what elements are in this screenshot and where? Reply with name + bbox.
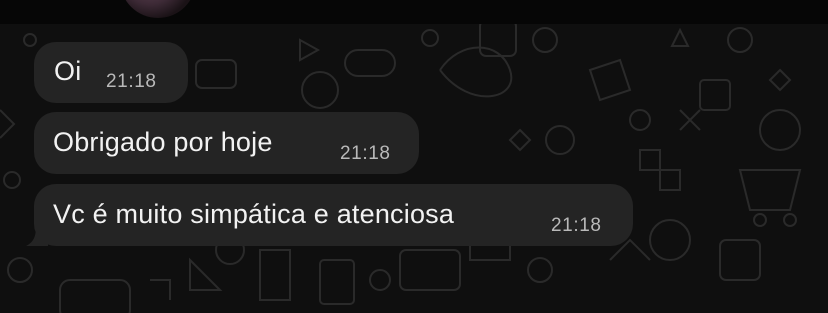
message-timestamp: 21:18	[551, 215, 602, 236]
message-bubble[interactable]: Oi 21:18	[34, 42, 188, 103]
message-bubble[interactable]: Vc é muito simpática e atenciosa 21:18	[34, 184, 633, 246]
bubble-tail-icon	[26, 226, 48, 246]
message-timestamp: 21:18	[340, 143, 391, 164]
message-text: Obrigado por hoje	[53, 127, 273, 157]
message-text: Vc é muito simpática e atenciosa	[53, 199, 455, 229]
chat-header	[0, 0, 828, 24]
message-timestamp: 21:18	[106, 71, 157, 92]
message-text: Oi	[54, 56, 82, 86]
message-bubble[interactable]: Obrigado por hoje 21:18	[34, 112, 419, 174]
